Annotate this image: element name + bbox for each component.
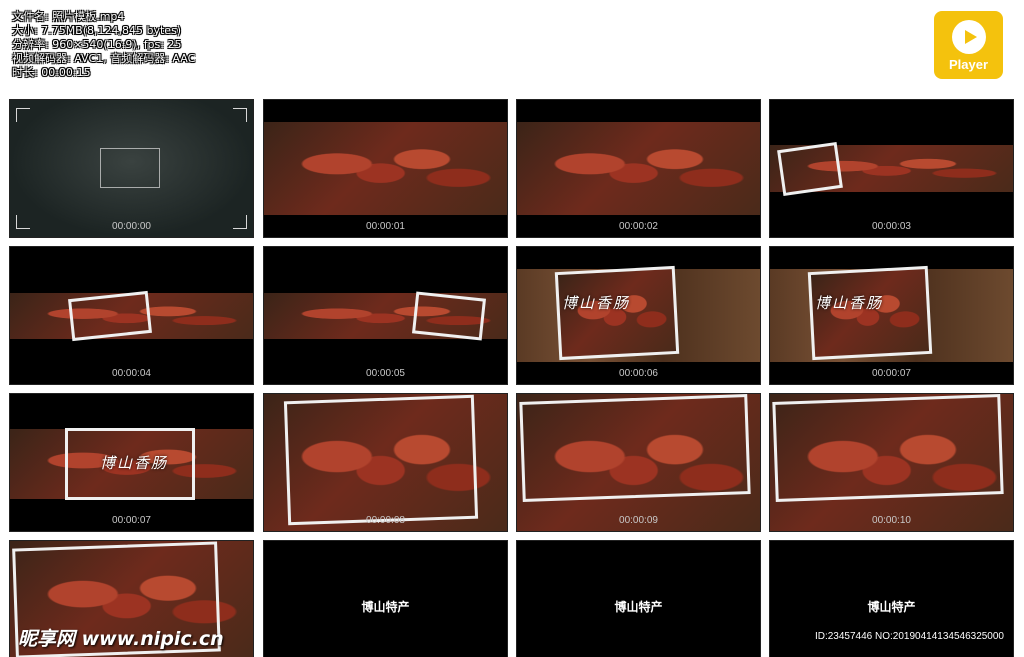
thumbnail-title: 博山特产 <box>867 600 916 614</box>
file-codec: 视频解码器: AVC1, 音频解码器: AAC <box>12 52 196 65</box>
photo-caption: 博山香肠 <box>815 294 884 312</box>
file-info-panel: 文件名: 照片模板.mp4 大小: 7.75MB(8,124,845 bytes… <box>12 10 195 80</box>
thumbnail[interactable]: 00:00:01 <box>263 99 508 238</box>
thumbnail[interactable]: 00:00:09 <box>516 393 761 532</box>
thumbnail-timestamp: 00:00:03 <box>872 221 911 232</box>
thumbnail-timestamp: 00:00:10 <box>872 515 911 526</box>
thumbnail[interactable]: 00:00:04 <box>9 246 254 385</box>
thumbnail-title: 博山特产 <box>614 600 663 614</box>
thumbnail[interactable]: 00:00:03 <box>769 99 1014 238</box>
photo-caption: 博山香肠 <box>562 294 631 312</box>
thumbnail-timestamp: 00:00:06 <box>619 368 658 379</box>
thumbnail-timestamp: 00:00:05 <box>366 368 405 379</box>
file-size: 大小: 7.75MB(8,124,845 bytes) <box>12 24 182 37</box>
thumbnail-timestamp: 00:00:01 <box>366 221 405 232</box>
video-contact-sheet: 文件名: 照片模板.mp4 大小: 7.75MB(8,124,845 bytes… <box>0 0 1024 657</box>
thumbnail[interactable]: 00:00:02 <box>516 99 761 238</box>
photo-caption: 博山香肠 <box>100 454 169 472</box>
player-button-label: Player <box>948 57 989 72</box>
thumbnail-grid: 00:00:00 00:00:01 00:00:02 00:00:03 00:0… <box>9 99 1014 657</box>
thumbnail-title: 博山特产 <box>361 600 410 614</box>
thumbnail-timestamp: 00:00:09 <box>619 515 658 526</box>
sausage-photo <box>807 265 933 361</box>
sausage-photo <box>517 122 760 215</box>
sausage-photo <box>264 122 507 215</box>
thumbnail-timestamp: 00:00:04 <box>112 368 151 379</box>
file-name: 文件名: 照片模板.mp4 <box>12 10 125 23</box>
thumbnail[interactable]: 博山香肠 00:00:06 <box>516 246 761 385</box>
thumbnail[interactable]: 博山香肠 00:00:07 <box>9 393 254 532</box>
thumbnail[interactable]: 博山香肠 00:00:07 <box>769 246 1014 385</box>
thumbnail[interactable]: 博山特产 <box>263 540 508 657</box>
thumbnail-timestamp: 00:00:00 <box>112 221 151 232</box>
image-id: ID:23457446 NO:20190414134546325000 <box>814 631 1004 642</box>
thumbnail[interactable]: 00:00:05 <box>263 246 508 385</box>
thumbnail-timestamp: 00:00:08 <box>366 515 405 526</box>
thumbnail[interactable]: 00:00:08 <box>263 393 508 532</box>
thumbnail-timestamp: 00:00:02 <box>619 221 658 232</box>
player-button[interactable]: Player <box>934 11 1003 79</box>
watermark: 昵享网 www.nipic.cn <box>18 628 224 650</box>
thumbnail[interactable]: 博山特产 <box>516 540 761 657</box>
thumbnail-timestamp: 00:00:07 <box>872 368 911 379</box>
file-duration: 时长: 00:00:15 <box>12 66 91 79</box>
file-resolution: 分辨率: 960×540(16:9), fps: 25 <box>12 38 182 51</box>
play-icon <box>951 20 986 54</box>
sausage-photo <box>554 265 680 361</box>
thumbnail[interactable]: 00:00:00 <box>9 99 254 238</box>
thumbnail[interactable]: 00:00:10 <box>769 393 1014 532</box>
thumbnail-timestamp: 00:00:07 <box>112 515 151 526</box>
